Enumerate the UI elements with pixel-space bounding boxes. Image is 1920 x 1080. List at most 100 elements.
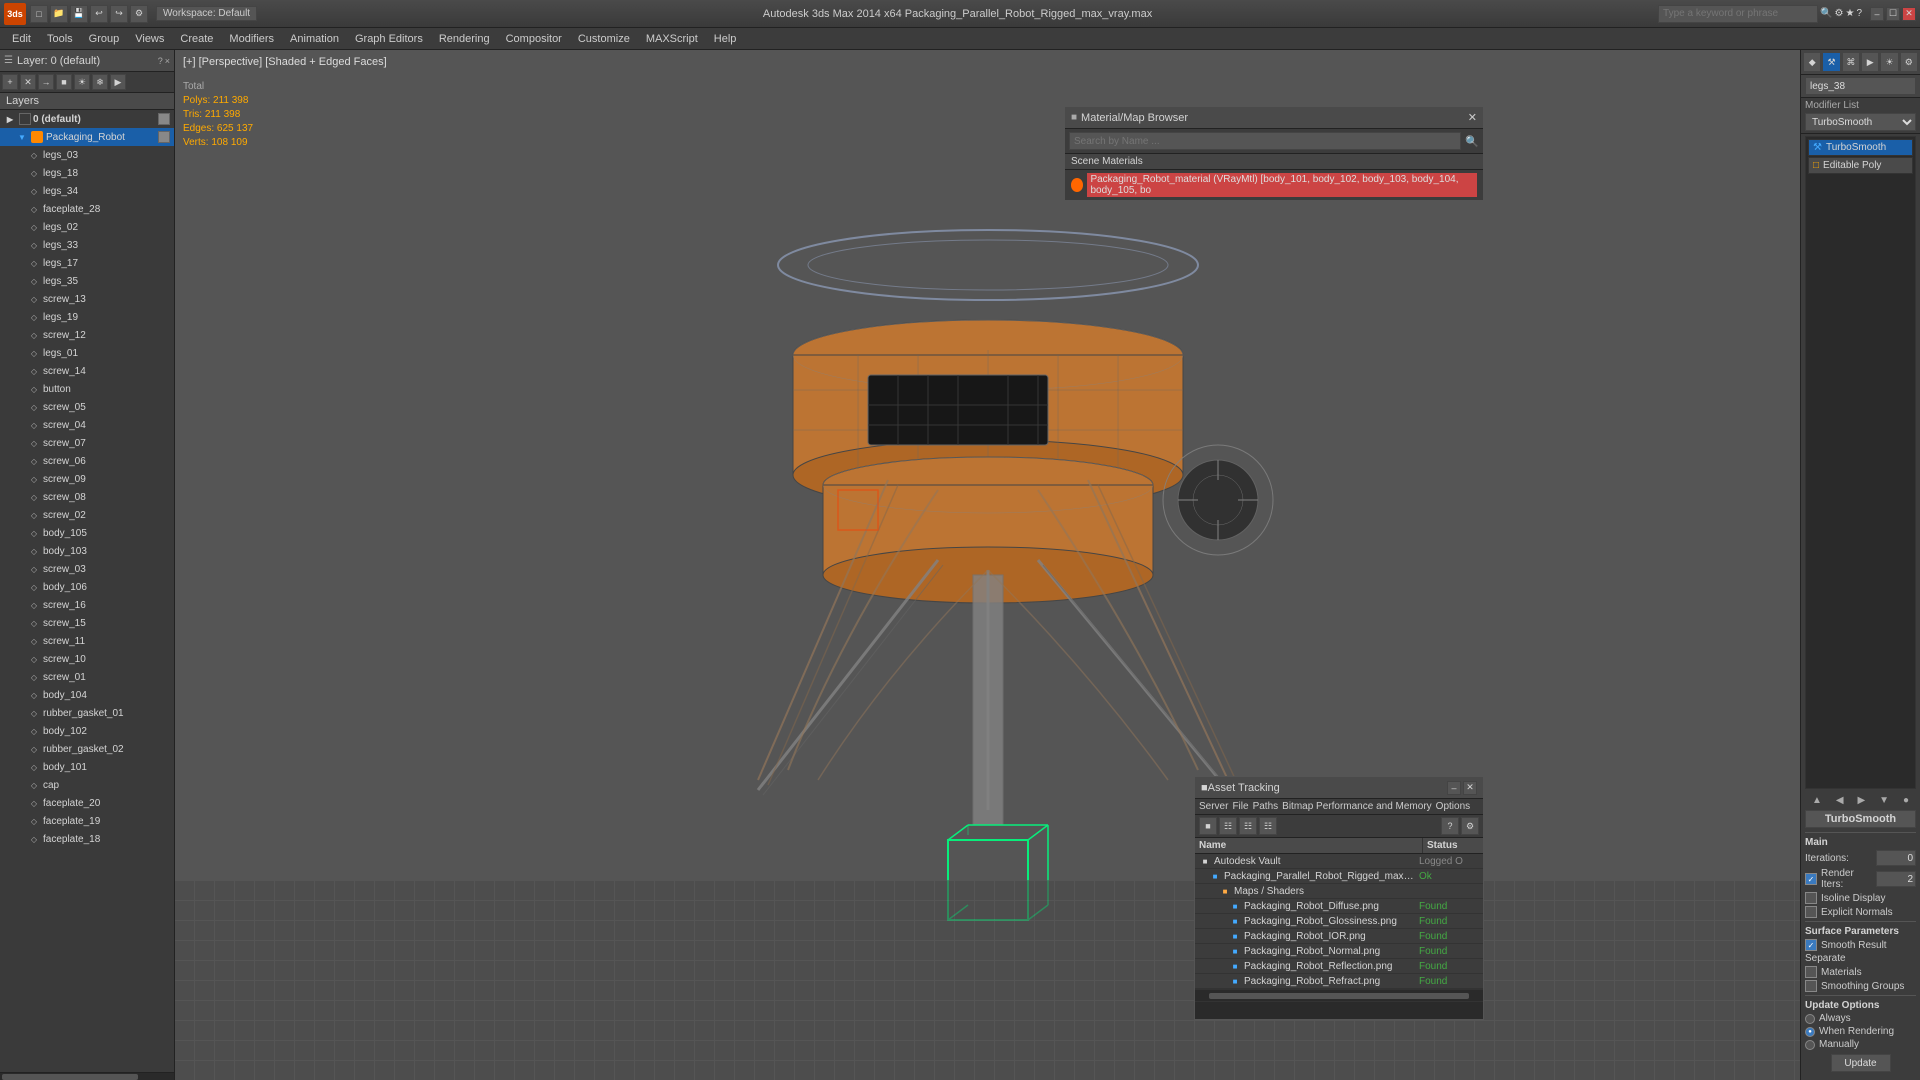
layer-item[interactable]: ◇screw_16 bbox=[0, 596, 174, 614]
at-row[interactable]: ■ Packaging_Robot_Reflection.png Found bbox=[1195, 959, 1483, 974]
layer-item[interactable]: ◇screw_04 bbox=[0, 416, 174, 434]
ts-materials-checkbox[interactable] bbox=[1805, 966, 1817, 978]
at-menu-paths[interactable]: Paths bbox=[1253, 801, 1279, 812]
utilities-tab[interactable]: ⚙ bbox=[1900, 52, 1918, 72]
asset-tracking-minimize[interactable]: – bbox=[1447, 781, 1461, 795]
ts-always-radio[interactable] bbox=[1805, 1014, 1815, 1024]
layer-item[interactable]: ◇body_106 bbox=[0, 578, 174, 596]
layer-check[interactable] bbox=[158, 113, 170, 125]
at-toolbar-1[interactable]: ■ bbox=[1199, 817, 1217, 835]
at-row[interactable]: ■ Maps / Shaders bbox=[1195, 884, 1483, 899]
layer-item[interactable]: ◇screw_03 bbox=[0, 560, 174, 578]
layer-item[interactable]: ◇screw_01 bbox=[0, 668, 174, 686]
layer-item[interactable]: ◇cap bbox=[0, 776, 174, 794]
menu-group[interactable]: Group bbox=[81, 28, 128, 49]
at-scroll-thumb[interactable] bbox=[1209, 993, 1468, 999]
mat-search-icon[interactable]: 🔍 bbox=[1465, 135, 1479, 148]
menu-tools[interactable]: Tools bbox=[39, 28, 81, 49]
scroll-thumb[interactable] bbox=[2, 1074, 138, 1080]
toolbar-redo[interactable]: ↪ bbox=[110, 5, 128, 23]
layer-toolbar-hide[interactable]: ☀ bbox=[74, 74, 90, 90]
layer-item[interactable]: ◇screw_12 bbox=[0, 326, 174, 344]
ts-iterations-input[interactable] bbox=[1876, 850, 1916, 866]
layer-item[interactable]: ◇legs_03 bbox=[0, 146, 174, 164]
at-toolbar-settings[interactable]: ⚙ bbox=[1461, 817, 1479, 835]
layer-item[interactable]: ◇button bbox=[0, 380, 174, 398]
motion-tab[interactable]: ▶ bbox=[1861, 52, 1879, 72]
menu-modifiers[interactable]: Modifiers bbox=[221, 28, 282, 49]
minimize-button[interactable]: – bbox=[1870, 7, 1884, 21]
ts-nav-left[interactable]: ◀ bbox=[1836, 795, 1844, 806]
ts-isoline-checkbox[interactable] bbox=[1805, 892, 1817, 904]
layer-toolbar-freeze[interactable]: ❄ bbox=[92, 74, 108, 90]
search-bookmark-icon[interactable]: ★ bbox=[1845, 8, 1854, 19]
layer-item[interactable]: ◇faceplate_19 bbox=[0, 812, 174, 830]
layer-item[interactable]: ◇screw_13 bbox=[0, 290, 174, 308]
layer-item[interactable]: ◇body_101 bbox=[0, 758, 174, 776]
layer-toolbar-create[interactable]: + bbox=[2, 74, 18, 90]
layer-item[interactable]: ◇legs_02 bbox=[0, 218, 174, 236]
at-toolbar-4[interactable]: ☷ bbox=[1259, 817, 1277, 835]
layer-item[interactable]: ◇legs_17 bbox=[0, 254, 174, 272]
menu-views[interactable]: Views bbox=[127, 28, 172, 49]
modifier-dropdown[interactable]: TurboSmooth Editable Poly bbox=[1805, 113, 1916, 131]
at-row[interactable]: ■ Packaging_Robot_Refract.png Found bbox=[1195, 974, 1483, 989]
at-toolbar-2[interactable]: ☷ bbox=[1219, 817, 1237, 835]
modifier-editable-poly[interactable]: □ Editable Poly bbox=[1808, 157, 1913, 174]
ts-update-button[interactable]: Update bbox=[1831, 1054, 1891, 1072]
layer-toolbar-add[interactable]: → bbox=[38, 74, 54, 90]
ts-manually-radio[interactable] bbox=[1805, 1040, 1815, 1050]
layer-item[interactable]: ◇legs_18 bbox=[0, 164, 174, 182]
ts-nav-up[interactable]: ▲ bbox=[1812, 795, 1822, 806]
at-toolbar-3[interactable]: ☷ bbox=[1239, 817, 1257, 835]
layer-item[interactable]: ◇legs_34 bbox=[0, 182, 174, 200]
toolbar-settings[interactable]: ⚙ bbox=[130, 5, 148, 23]
ts-nav-right[interactable]: ▶ bbox=[1857, 795, 1865, 806]
layer-toolbar-select[interactable]: ■ bbox=[56, 74, 72, 90]
menu-edit[interactable]: Edit bbox=[4, 28, 39, 49]
hierarchy-tab[interactable]: ⌘ bbox=[1842, 52, 1860, 72]
layer-item[interactable]: ◇body_103 bbox=[0, 542, 174, 560]
at-row[interactable]: ■ Packaging_Robot_IOR.png Found bbox=[1195, 929, 1483, 944]
layer-item[interactable]: ◇body_104 bbox=[0, 686, 174, 704]
ts-render-iters-checkbox[interactable] bbox=[1805, 873, 1817, 885]
menu-compositor[interactable]: Compositor bbox=[498, 28, 570, 49]
maximize-button[interactable]: ☐ bbox=[1886, 7, 1900, 21]
menu-maxscript[interactable]: MAXScript bbox=[638, 28, 706, 49]
layer-check[interactable] bbox=[158, 131, 170, 143]
menu-help[interactable]: Help bbox=[706, 28, 745, 49]
layer-item[interactable]: ◇screw_08 bbox=[0, 488, 174, 506]
at-row[interactable]: ■ Autodesk Vault Logged O bbox=[1195, 854, 1483, 869]
layer-item[interactable]: ◇screw_15 bbox=[0, 614, 174, 632]
create-tab[interactable]: ◆ bbox=[1803, 52, 1821, 72]
toolbar-new[interactable]: □ bbox=[30, 5, 48, 23]
close-button[interactable]: ✕ bbox=[1902, 7, 1916, 21]
ts-smoothing-groups-checkbox[interactable] bbox=[1805, 980, 1817, 992]
layer-toolbar-render[interactable]: ▶ bbox=[110, 74, 126, 90]
modifier-turbosmooth[interactable]: ⚒ TurboSmooth bbox=[1808, 139, 1913, 156]
layer-item[interactable]: ◇faceplate_18 bbox=[0, 830, 174, 848]
ts-render-iters-input[interactable] bbox=[1876, 871, 1916, 887]
search-input[interactable] bbox=[1658, 5, 1818, 23]
at-row[interactable]: ■ Packaging_Parallel_Robot_Rigged_max_vr… bbox=[1195, 869, 1483, 884]
layer-item[interactable]: ◇screw_05 bbox=[0, 398, 174, 416]
layer-item[interactable]: ◇body_105 bbox=[0, 524, 174, 542]
layer-close-button[interactable]: × bbox=[165, 56, 170, 66]
layer-item[interactable]: ◇legs_01 bbox=[0, 344, 174, 362]
mat-search-input[interactable] bbox=[1069, 132, 1461, 150]
ts-nav-down[interactable]: ▼ bbox=[1879, 795, 1889, 806]
at-row[interactable]: ■ Packaging_Robot_Normal.png Found bbox=[1195, 944, 1483, 959]
layer-toolbar-delete[interactable]: ✕ bbox=[20, 74, 36, 90]
asset-tracking-close[interactable]: ✕ bbox=[1463, 781, 1477, 795]
layer-item[interactable]: ▶ 0 (default) bbox=[0, 110, 174, 128]
toolbar-open[interactable]: 📁 bbox=[50, 5, 68, 23]
at-menu-bitmap[interactable]: Bitmap Performance and Memory bbox=[1282, 801, 1432, 812]
menu-animation[interactable]: Animation bbox=[282, 28, 347, 49]
layer-scrollbar[interactable] bbox=[0, 1072, 174, 1080]
mat-browser-close[interactable]: ✕ bbox=[1468, 111, 1477, 124]
layer-item[interactable]: ◇screw_07 bbox=[0, 434, 174, 452]
display-tab[interactable]: ☀ bbox=[1880, 52, 1898, 72]
layer-item[interactable]: ◇rubber_gasket_01 bbox=[0, 704, 174, 722]
at-toolbar-help[interactable]: ? bbox=[1441, 817, 1459, 835]
toolbar-save[interactable]: 💾 bbox=[70, 5, 88, 23]
